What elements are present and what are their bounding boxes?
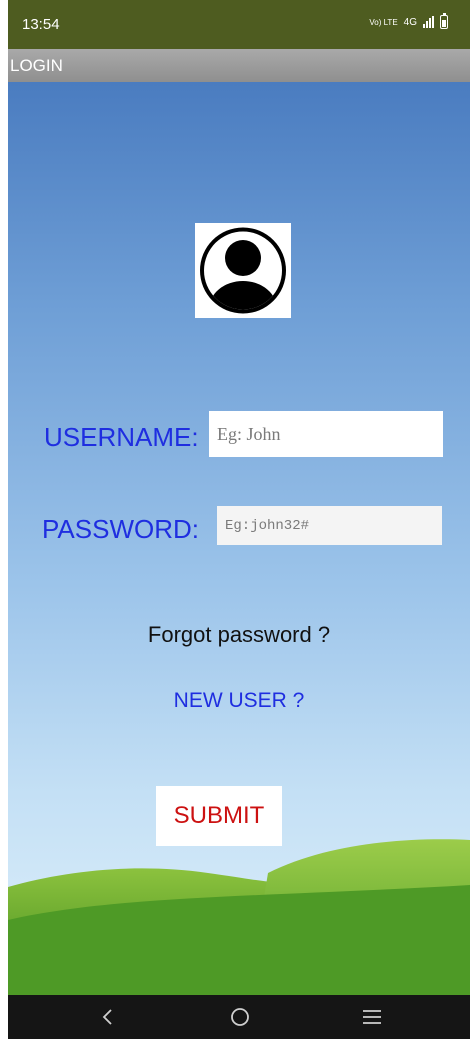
- app-frame: 13:54 Vo) LTE 4G LOGIN USERNAME: Eg: Joh…: [8, 0, 470, 1039]
- forgot-password-link[interactable]: Forgot password ?: [8, 622, 470, 648]
- page-title: LOGIN: [10, 56, 63, 75]
- avatar: [195, 223, 291, 318]
- signal-icon: [423, 16, 434, 28]
- navigation-bar: [8, 995, 470, 1039]
- battery-icon: [440, 13, 448, 29]
- home-button[interactable]: [210, 995, 270, 1039]
- username-label: USERNAME:: [44, 422, 199, 452]
- hills-background: [8, 839, 470, 995]
- back-button[interactable]: [78, 995, 138, 1039]
- password-label: PASSWORD:: [42, 514, 199, 544]
- status-time: 13:54: [22, 16, 60, 33]
- status-icons: Vo) LTE 4G: [369, 13, 448, 29]
- network-type: 4G: [403, 16, 417, 28]
- home-icon: [231, 1008, 249, 1026]
- user-circle-icon: [200, 227, 286, 314]
- submit-button[interactable]: SUBMIT: [156, 786, 282, 846]
- recents-icon: [363, 1010, 381, 1024]
- back-icon: [102, 1009, 112, 1025]
- username-input[interactable]: [209, 411, 443, 457]
- recents-button[interactable]: [342, 995, 402, 1039]
- lte-icon: Vo) LTE: [369, 17, 398, 27]
- action-bar: LOGIN: [8, 49, 470, 82]
- password-input[interactable]: [217, 506, 442, 545]
- new-user-link[interactable]: NEW USER ?: [8, 689, 470, 713]
- status-bar: 13:54 Vo) LTE 4G: [8, 0, 470, 49]
- login-screen: USERNAME: PASSWORD: Forgot password ? NE…: [8, 82, 470, 995]
